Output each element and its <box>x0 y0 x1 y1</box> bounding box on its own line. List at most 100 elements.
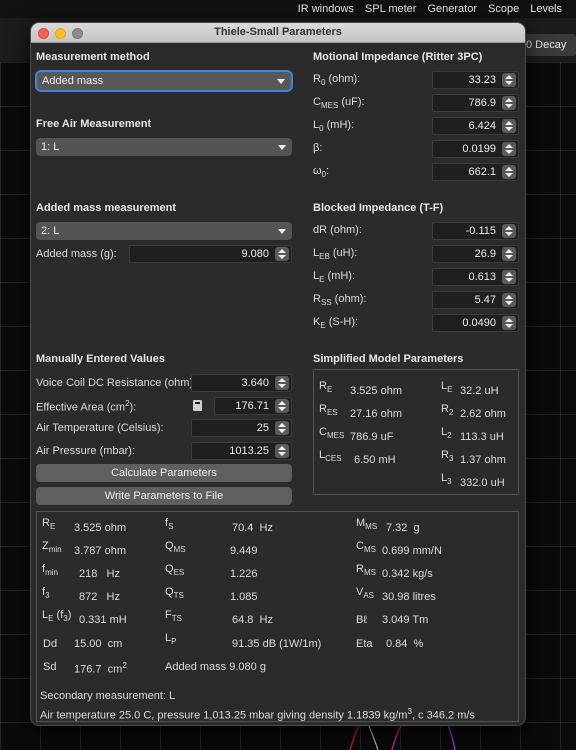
menu-generator[interactable]: Generator <box>427 3 477 15</box>
dc-resistance-spinbox[interactable]: 3.640 <box>191 374 292 392</box>
stepper-arrows-icon[interactable] <box>502 316 516 330</box>
manual-values-heading: Manually Entered Values <box>36 353 165 365</box>
res-lef3-value: 0.331 mH <box>79 614 127 626</box>
measurement-method-value: Added mass <box>42 75 104 87</box>
added-mass-spinbox[interactable]: 9.080 <box>129 245 292 263</box>
calculator-icon[interactable] <box>193 400 202 411</box>
stepper-arrows-icon[interactable] <box>502 247 516 261</box>
stepper-arrows-icon[interactable] <box>502 293 516 307</box>
res-cms-name: CMS <box>356 540 376 555</box>
effective-area-value: 176.71 <box>235 400 269 412</box>
rss-spinbox[interactable]: 5.47 <box>432 291 519 309</box>
stepper-arrows-icon[interactable] <box>275 421 289 435</box>
menu-scope[interactable]: Scope <box>488 3 519 15</box>
res-vas-value: 30.98 litres <box>382 591 436 603</box>
r0-spinbox[interactable]: 33.23 <box>432 71 519 89</box>
sm-l2-value: 113.3 uH <box>460 431 504 443</box>
added-mass-select[interactable]: 2: L <box>36 222 292 240</box>
calculate-parameters-button[interactable]: Calculate Parameters <box>36 464 292 482</box>
res-qes-value: 1.226 <box>230 568 258 580</box>
r0-label: R0 (ohm): <box>313 73 361 88</box>
effective-area-spinbox[interactable]: 176.71 <box>193 397 292 415</box>
leb-label: LEB (uH): <box>313 247 358 262</box>
air-pressure-value: 1013.25 <box>229 445 269 457</box>
free-air-heading: Free Air Measurement <box>36 118 152 130</box>
decay-button[interactable]: 0 Decay <box>520 34 576 56</box>
stepper-arrows-icon[interactable] <box>275 444 289 458</box>
sm-lces-name: LCES <box>319 449 342 464</box>
res-mms-value: 7.32 g <box>386 522 420 534</box>
added-mass-label: Added mass (g): <box>36 248 117 260</box>
thiele-small-dialog: Thiele-Small Parameters Measurement meth… <box>30 22 526 726</box>
stepper-arrows-icon[interactable] <box>502 142 516 156</box>
stepper-arrows-icon[interactable] <box>275 247 289 261</box>
air-temperature-value: 25 <box>256 422 269 434</box>
l0-spinbox[interactable]: 6.424 <box>432 117 519 135</box>
air-pressure-spinbox[interactable]: 1013.25 <box>191 442 292 460</box>
res-lp-value: 91.35 dB (1W/1m) <box>232 638 322 650</box>
added-mass-heading: Added mass measurement <box>36 202 176 214</box>
sm-r2-value: 2.62 ohm <box>460 408 506 420</box>
stepper-arrows-icon[interactable] <box>502 224 516 238</box>
stepper-arrows-icon[interactable] <box>502 165 516 179</box>
res-added-mass: Added mass 9.080 g <box>165 661 266 673</box>
omega0-label: ω0: <box>313 165 330 180</box>
dr-label: dR (ohm): <box>313 224 362 236</box>
res-re-value: 3.525 ohm <box>74 522 126 534</box>
menu-ir-windows[interactable]: IR windows <box>298 3 354 15</box>
beta-spinbox[interactable]: 0.0199 <box>432 140 519 158</box>
sm-re-name: RE <box>319 380 333 395</box>
ke-spinbox[interactable]: 0.0490 <box>432 314 519 332</box>
stepper-arrows-icon[interactable] <box>502 270 516 284</box>
res-dd-value: 15.00 cm <box>74 638 123 650</box>
dialog-titlebar[interactable]: Thiele-Small Parameters <box>31 23 525 43</box>
effective-area-label: Effective Area (cm2): <box>36 399 137 414</box>
menu-spl-meter[interactable]: SPL meter <box>365 3 417 15</box>
beta-label: β: <box>313 142 323 154</box>
res-qms-name: QMS <box>165 540 186 555</box>
sm-re-value: 3.525 ohm <box>350 385 402 397</box>
added-mass-measurement-value: 2: L <box>41 225 60 237</box>
sm-cmes-value: 786.9 uF <box>350 431 394 443</box>
res-eta-name: Eta <box>356 638 373 650</box>
stepper-arrows-icon[interactable] <box>502 96 516 110</box>
stepper-arrows-icon[interactable] <box>502 119 516 133</box>
res-fmin-value: 218 Hz <box>79 568 120 580</box>
stepper-arrows-icon[interactable] <box>502 73 516 87</box>
le-spinbox[interactable]: 0.613 <box>432 268 519 286</box>
air-temperature-spinbox[interactable]: 25 <box>191 419 292 437</box>
app-menubar: IR windows SPL meter Generator Scope Lev… <box>0 0 576 18</box>
air-conditions-text: Air temperature 25.0 C, pressure 1,013.2… <box>40 707 475 722</box>
stepper-arrows-icon[interactable] <box>275 376 289 390</box>
stepper-arrows-icon[interactable] <box>275 399 289 413</box>
cmes-label: CMES (uF): <box>313 96 365 111</box>
res-vas-name: VAS <box>356 586 375 601</box>
res-zmin-name: Zmin <box>42 540 62 555</box>
sm-lces-value: 6.50 mH <box>354 454 396 466</box>
cmes-spinbox[interactable]: 786.9 <box>432 94 519 112</box>
results-panel: RE 3.525 ohm Zmin 3.787 ohm fmin 218 Hz … <box>36 511 519 722</box>
leb-spinbox[interactable]: 26.9 <box>432 245 519 263</box>
simplified-model-heading: Simplified Model Parameters <box>313 353 464 365</box>
res-lef3-name: LE (f3) <box>42 609 72 624</box>
res-rms-value: 0.342 kg/s <box>382 568 433 580</box>
free-air-select[interactable]: 1: L <box>36 138 292 156</box>
cmes-value: 786.9 <box>468 97 496 109</box>
res-f3-name: f3 <box>42 586 50 601</box>
res-qts-value: 1.085 <box>230 591 258 603</box>
res-fs-value: 70.4 Hz <box>232 522 273 534</box>
write-parameters-button[interactable]: Write Parameters to File <box>36 487 292 505</box>
air-temperature-label: Air Temperature (Celsius): <box>36 422 164 434</box>
dc-resistance-value: 3.640 <box>241 377 269 389</box>
menu-levels[interactable]: Levels <box>530 3 562 15</box>
sm-r2-name: R2 <box>441 403 454 418</box>
sm-cmes-name: CMES <box>319 426 345 441</box>
measurement-method-select[interactable]: Added mass <box>37 72 291 90</box>
res-sd-name: Sd <box>43 661 57 673</box>
motional-impedance-heading: Motional Impedance (Ritter 3PC) <box>313 51 483 63</box>
sm-l3-name: L3 <box>441 472 452 487</box>
omega0-spinbox[interactable]: 662.1 <box>432 163 519 181</box>
secondary-measurement-text: Secondary measurement: L <box>40 690 176 702</box>
measurement-method-heading: Measurement method <box>36 51 150 63</box>
dr-spinbox[interactable]: -0.115 <box>432 222 519 240</box>
